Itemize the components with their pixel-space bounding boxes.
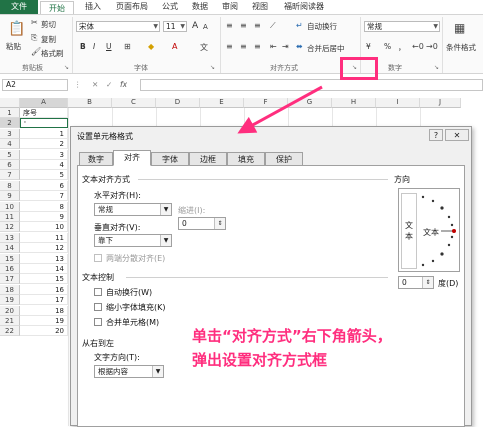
tab-alignment[interactable]: 对齐 xyxy=(113,150,151,166)
annotation-line-1: 单击“对齐方式”右下角箭头， xyxy=(192,327,392,345)
annotation-text: 单击“对齐方式”右下角箭头， 弹出设置对齐方式框 xyxy=(192,324,392,372)
annotation-line-2: 弹出设置对齐方式框 xyxy=(192,351,328,369)
